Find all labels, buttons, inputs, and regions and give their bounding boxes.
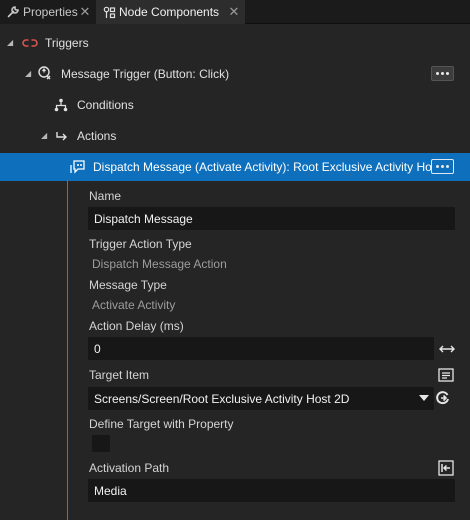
- components-icon: [102, 5, 116, 19]
- tree-item-triggers-label: Triggers: [45, 36, 89, 50]
- expand-triangle-icon[interactable]: ◢: [7, 39, 15, 47]
- expand-triangle-icon[interactable]: ◢: [41, 132, 49, 140]
- close-tab-properties-icon[interactable]: ✕: [79, 4, 91, 19]
- activation-path-label: Activation Path: [89, 461, 170, 475]
- name-field-value: Dispatch Message: [94, 211, 193, 226]
- tree-item-dispatch-message-label: Dispatch Message (Activate Activity): Ro…: [93, 160, 431, 174]
- target-item-value: Screens/Screen/Root Exclusive Activity H…: [94, 391, 350, 406]
- node-picker-icon[interactable]: [437, 366, 455, 384]
- name-label: Name: [89, 189, 122, 203]
- message-type-value: Activate Activity: [92, 298, 176, 312]
- activation-path-value: Media: [94, 483, 127, 498]
- define-target-label: Define Target with Property: [89, 417, 234, 431]
- chevron-down-icon: [419, 395, 429, 401]
- tree-item-actions-label: Actions: [77, 129, 117, 143]
- message-type-label: Message Type: [89, 278, 167, 292]
- name-field[interactable]: Dispatch Message: [88, 207, 455, 230]
- tree-item-message-trigger[interactable]: ◢ Message Trigger (Button: Click): [0, 60, 470, 88]
- define-target-checkbox[interactable]: [92, 435, 110, 452]
- action-delay-label: Action Delay (ms): [89, 319, 184, 333]
- dispatch-message-icon: [70, 159, 86, 175]
- tree-item-message-trigger-label: Message Trigger (Button: Click): [61, 67, 230, 81]
- property-binding-icon[interactable]: [437, 459, 455, 477]
- target-item-dropdown[interactable]: Screens/Screen/Root Exclusive Activity H…: [88, 387, 434, 410]
- action-properties-panel: Name Dispatch Message Trigger Action Typ…: [67, 180, 470, 520]
- trigger-action-type-value: Dispatch Message Action: [92, 257, 227, 271]
- tab-node-components[interactable]: Node Components ✕: [96, 0, 245, 24]
- conditions-icon: [53, 97, 69, 113]
- tree-item-conditions-label: Conditions: [77, 98, 134, 112]
- trigger-icon: [22, 35, 38, 51]
- message-trigger-icon: [38, 66, 54, 82]
- drag-adjust-icon[interactable]: [438, 340, 456, 358]
- more-options-button[interactable]: [431, 159, 454, 174]
- tab-properties[interactable]: Properties ✕: [0, 0, 96, 24]
- tree-item-triggers[interactable]: ◢ Triggers: [0, 29, 470, 57]
- action-delay-value: 0: [94, 341, 101, 356]
- action-delay-field[interactable]: 0: [88, 337, 434, 360]
- tab-node-components-label: Node Components: [119, 5, 220, 19]
- expand-triangle-icon[interactable]: ◢: [25, 70, 33, 78]
- actions-icon: [54, 128, 70, 144]
- navigate-to-target-icon[interactable]: [434, 389, 452, 407]
- tree-item-dispatch-message[interactable]: Dispatch Message (Activate Activity): Ro…: [0, 153, 470, 181]
- wrench-icon: [6, 5, 20, 19]
- target-item-label: Target Item: [89, 368, 150, 382]
- trigger-action-type-label: Trigger Action Type: [89, 237, 192, 251]
- activation-path-field[interactable]: Media: [88, 479, 455, 502]
- close-tab-node-components-icon[interactable]: ✕: [228, 4, 240, 19]
- tree-item-conditions[interactable]: Conditions: [0, 91, 470, 119]
- tab-properties-label: Properties: [23, 5, 78, 19]
- more-options-button[interactable]: [431, 66, 454, 81]
- tab-bar: Properties ✕ Node Components ✕: [0, 0, 470, 24]
- tree-item-actions[interactable]: ◢ Actions: [0, 122, 470, 150]
